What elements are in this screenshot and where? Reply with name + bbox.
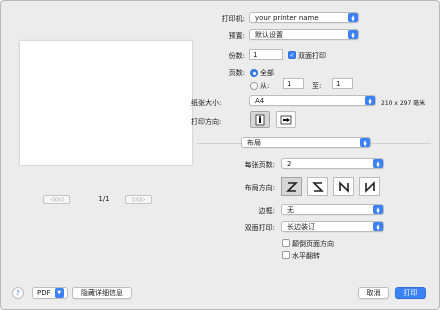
pages-per-sheet-select[interactable]: 2 ▲ ▼ (281, 158, 384, 169)
copies-label: 份数: (228, 52, 245, 60)
pdf-menu-button[interactable]: PDF ▼ (32, 287, 68, 299)
layout-direction-s-icon (311, 181, 324, 192)
border-label: 边框: (258, 207, 275, 215)
pages-from-label: 从: (260, 82, 270, 90)
up-down-chevron-icon: ▲ ▼ (365, 96, 375, 105)
portrait-orientation-icon (255, 114, 265, 125)
pdf-label: PDF (37, 289, 51, 297)
pages-all-radio[interactable] (250, 69, 258, 77)
print-preview-page (20, 41, 192, 165)
copies-field[interactable]: 1 (249, 49, 283, 60)
layout-direction-z-button[interactable] (281, 177, 302, 196)
border-select[interactable]: 无 ▲ ▼ (281, 204, 384, 215)
printer-value: your printer name (255, 13, 319, 22)
presets-label: 预置: (228, 32, 245, 40)
pages-to-label: 至: (312, 82, 322, 90)
border-value: 无 (287, 205, 294, 214)
layout-direction-z-icon (285, 181, 298, 192)
up-down-chevron-icon: ▲ ▼ (360, 138, 370, 147)
hide-details-button[interactable]: 隐藏详细信息 (72, 287, 132, 299)
layout-direction-s-button[interactable] (307, 177, 328, 196)
layout-direction-label: 布局方向: (244, 184, 275, 192)
next-last-page-button[interactable]: ▷ ▷▷ (125, 195, 152, 204)
pages-range-radio[interactable] (250, 82, 258, 90)
page-indicator: 1/1 (98, 195, 110, 203)
pages-label: 页数: (228, 69, 245, 77)
help-icon: ? (16, 289, 20, 297)
reverse-orientation-checkbox[interactable] (282, 239, 290, 247)
portrait-orientation-button[interactable] (250, 111, 270, 128)
up-down-chevron-icon: ▲ ▼ (373, 222, 383, 231)
printer-label: 打印机: (221, 15, 245, 23)
cancel-button[interactable]: 取消 (358, 287, 389, 299)
pages-from-field[interactable]: 1 (283, 78, 304, 89)
flip-horizontal-label: 水平翻转 (292, 252, 320, 260)
paper-size-value: A4 (255, 96, 265, 105)
two-sided-binding-select[interactable]: 长边装订 ▲ ▼ (281, 221, 384, 232)
paper-size-select[interactable]: A4 ▲ ▼ (249, 95, 376, 106)
landscape-orientation-icon (280, 115, 292, 124)
layout-direction-n-icon (364, 180, 375, 193)
up-down-chevron-icon: ▲ ▼ (348, 13, 358, 22)
up-down-chevron-icon: ▲ ▼ (373, 159, 383, 168)
pages-per-sheet-label: 每张页数: (244, 161, 275, 169)
two-sided-checkbox[interactable]: ✓ (288, 51, 296, 59)
layout-direction-n-button[interactable] (359, 177, 380, 196)
print-button[interactable]: 打印 (395, 287, 426, 299)
two-sided-binding-value: 长边装订 (287, 222, 315, 231)
two-sided-binding-label: 双面打印: (244, 224, 275, 232)
two-sided-label: 双面打印 (298, 52, 326, 60)
pages-per-sheet-value: 2 (287, 159, 292, 168)
print-dialog: ◁◁ ◁ 1/1 ▷ ▷▷ 打印机: your printer name ▲ ▼ … (0, 0, 440, 310)
section-select[interactable]: 布局 ▲ ▼ (241, 137, 371, 148)
chevron-down-icon: ▼ (54, 288, 64, 298)
pages-all-label: 全部 (260, 69, 274, 77)
presets-value: 默认设置 (255, 30, 283, 39)
layout-direction-n-reverse-icon (338, 180, 349, 193)
section-value: 布局 (247, 138, 261, 147)
landscape-orientation-button[interactable] (276, 111, 296, 128)
reverse-orientation-label: 颠倒页面方向 (292, 240, 334, 248)
up-down-chevron-icon: ▲ ▼ (348, 30, 358, 39)
pages-to-field[interactable]: 1 (332, 78, 353, 89)
flip-horizontal-checkbox[interactable] (282, 251, 290, 259)
paper-size-label: 纸张大小: (191, 99, 222, 107)
orientation-label: 打印方向: (191, 118, 222, 126)
paper-size-dimensions: 210 x 297 毫米 (381, 100, 426, 107)
printer-select[interactable]: your printer name ▲ ▼ (249, 12, 359, 23)
help-button[interactable]: ? (12, 287, 24, 299)
first-prev-page-button[interactable]: ◁◁ ◁ (43, 195, 70, 204)
layout-direction-n-reverse-button[interactable] (333, 177, 354, 196)
presets-select[interactable]: 默认设置 ▲ ▼ (249, 29, 359, 40)
up-down-chevron-icon: ▲ ▼ (373, 205, 383, 214)
